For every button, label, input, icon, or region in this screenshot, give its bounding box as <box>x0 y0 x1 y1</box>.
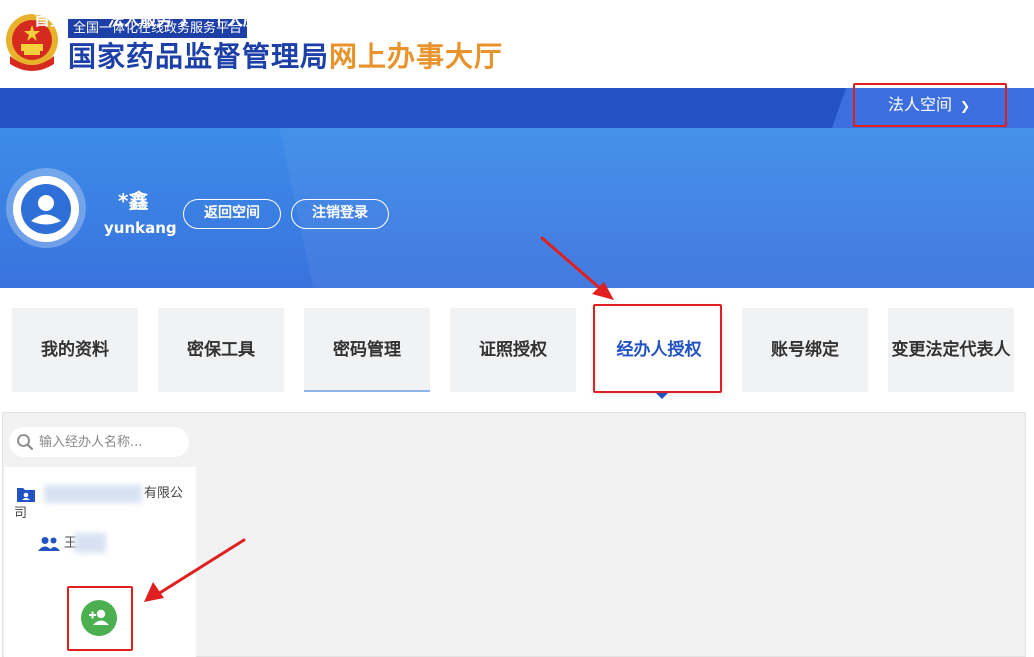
nav-item-public-service-label: 公共服务 <box>432 10 497 29</box>
tab-security-tools[interactable]: 密保工具 <box>158 308 284 392</box>
search-icon <box>17 434 33 450</box>
user-avatar-icon <box>13 176 79 242</box>
user-display-name: *鑫 <box>118 189 149 213</box>
site-title-main: 国家药品监督管理局 <box>68 40 330 73</box>
redacted-user-name <box>74 533 106 553</box>
chevron-down-icon: ❯ <box>960 99 971 113</box>
tab-hover-underline <box>304 390 430 392</box>
site-title: 国家药品监督管理局网上办事大厅 <box>68 39 503 75</box>
tree-org-item[interactable]: 有限公司 <box>14 484 190 524</box>
chevron-down-icon: ❯ <box>281 13 292 27</box>
nav-item-public-service[interactable]: 公共服务 <box>432 0 496 40</box>
nav-item-administrative-power[interactable]: 行政权力 <box>329 0 393 40</box>
tree-org-label: 有限公司 <box>14 486 184 521</box>
tab-license-auth[interactable]: 证照授权 <box>450 308 576 392</box>
nav-item-administrative-power-label: 行政权力 <box>329 10 394 29</box>
nav-item-legal-service[interactable]: 法人服务 ❯ <box>108 0 188 40</box>
nav-item-home-label: 首页 <box>34 10 67 29</box>
nav-item-home[interactable]: 首页 <box>34 0 66 40</box>
nav-item-legal-service-label: 法人服务 <box>108 10 173 29</box>
tab-change-legal-rep[interactable]: 变更法定代表人 <box>888 308 1014 392</box>
user-banner: *鑫 yunkang 返回空间 注销登录 <box>0 128 1034 288</box>
active-tab-caret <box>655 392 669 399</box>
site-title-accent: 网上办事大厅 <box>329 40 504 73</box>
nav-item-personal-service[interactable]: 个人服务 ❯ <box>211 0 291 40</box>
chevron-down-icon: ❯ <box>178 13 189 27</box>
tab-password[interactable]: 密码管理 <box>304 308 430 392</box>
tab-my-profile[interactable]: 我的资料 <box>12 308 138 392</box>
back-to-space-button[interactable]: 返回空间 <box>183 199 281 229</box>
add-agent-button[interactable] <box>81 600 117 636</box>
legal-space-label: 法人空间 <box>888 95 953 114</box>
user-login-name: yunkang <box>104 219 177 237</box>
add-user-icon <box>89 609 109 625</box>
logout-button[interactable]: 注销登录 <box>291 199 389 229</box>
users-icon <box>38 537 60 551</box>
tab-agent-auth[interactable]: 经办人授权 <box>596 308 722 392</box>
tab-account-binding[interactable]: 账号绑定 <box>742 308 868 392</box>
agent-search-input[interactable] <box>9 427 189 457</box>
page: 全国一体化在线政务服务平台 国家药品监督管理局网上办事大厅 首页 法人服务 ❯ 个… <box>0 0 1034 657</box>
legal-space-dropdown[interactable]: 法人空间 ❯ <box>888 88 970 128</box>
nav-item-personal-service-label: 个人服务 <box>211 10 276 29</box>
